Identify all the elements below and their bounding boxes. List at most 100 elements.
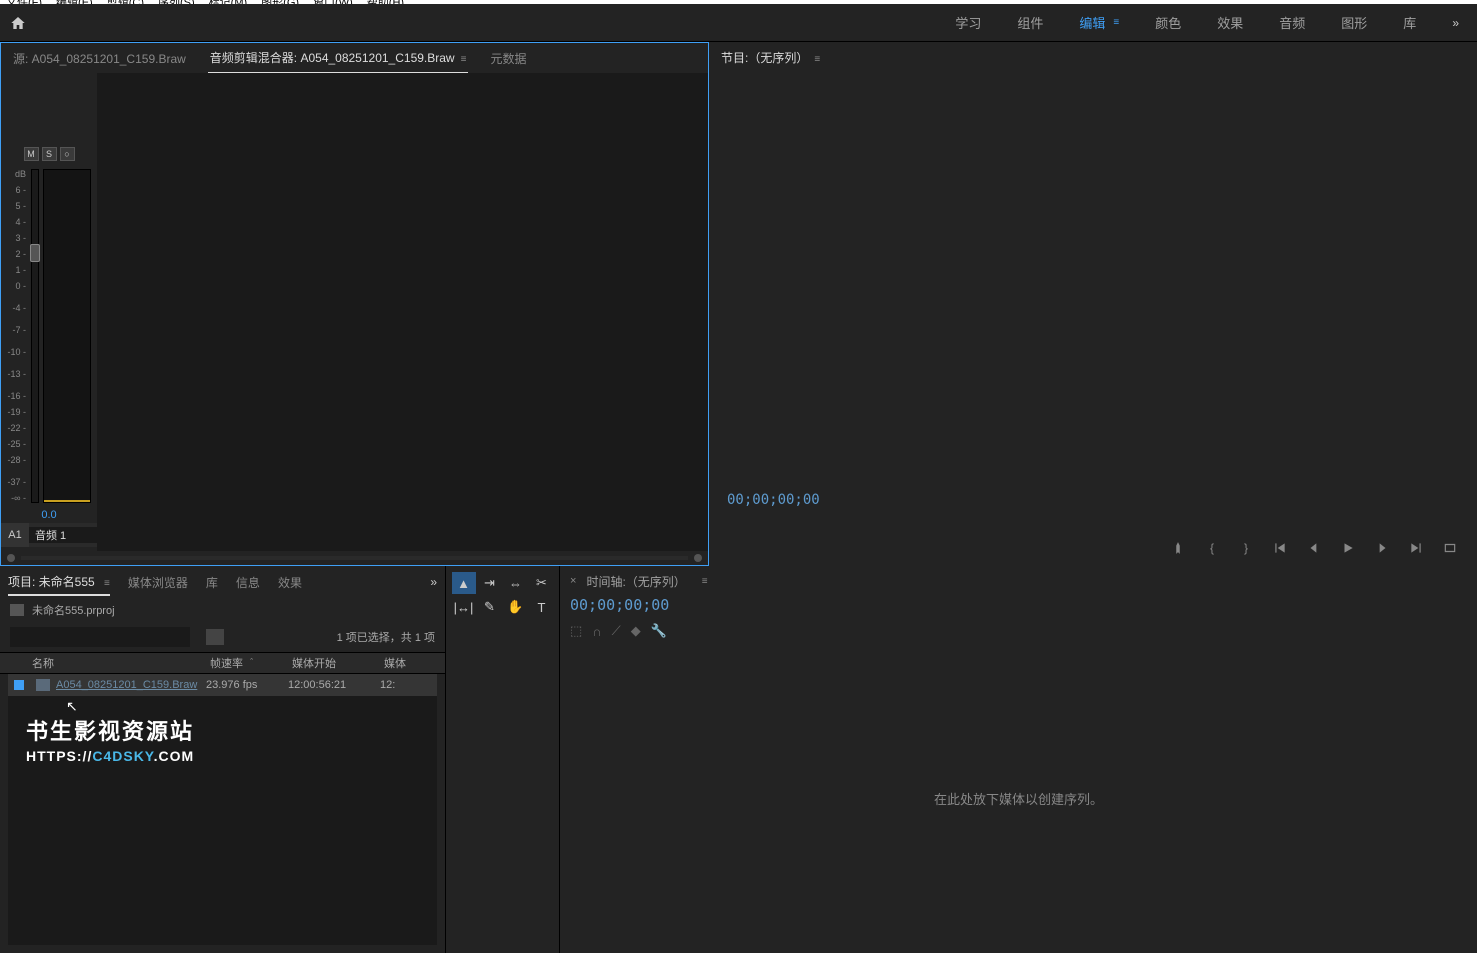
timeline-header: × 时间轴:（无序列） ≡ (560, 566, 1477, 596)
fader-handle[interactable] (30, 244, 40, 262)
timeline-panel: × 时间轴:（无序列） ≡ 00;00;00;00 ⬚ ∩ ⟋ ◆ 🔧 在此处放… (560, 566, 1477, 953)
home-icon (10, 15, 26, 31)
col-header-end[interactable]: 媒体 (384, 655, 445, 671)
mixer-scrollbar[interactable] (1, 551, 708, 565)
export-frame-button[interactable] (1441, 539, 1459, 557)
go-to-out-button[interactable] (1407, 539, 1425, 557)
ws-more-button[interactable]: » (1434, 16, 1477, 30)
db-scale: dB 6 - 5 - 4 - 3 - 2 - 1 - 0 - -4 - -7 - (5, 169, 91, 503)
track-select-tool[interactable]: ⇥ (478, 572, 502, 594)
menu-graphics[interactable]: 图形(G) (261, 0, 299, 4)
selection-tool[interactable]: ▲ (452, 572, 476, 594)
transport-controls: { } (709, 530, 1477, 566)
project-list-header: 名称 帧速率＾ 媒体开始 媒体 (0, 652, 445, 674)
col-header-start[interactable]: 媒体开始 (292, 655, 384, 671)
tools-panel: ▲ ⇥ ⇔ ✂ |↔| ✎ ✋ T (446, 566, 560, 953)
clip-fps: 23.976 fps (206, 679, 288, 691)
menu-sequence[interactable]: 序列(S) (158, 0, 195, 4)
ws-tab-graphics[interactable]: 图形 (1323, 4, 1385, 42)
project-tabs-more[interactable]: » (430, 575, 437, 589)
clip-name[interactable]: A054_08251201_C159.Braw (56, 679, 206, 691)
tl-insert-icon[interactable]: ⬚ (570, 623, 582, 639)
fader-track[interactable] (31, 169, 39, 503)
clip-icon (30, 679, 56, 691)
menu-clip[interactable]: 剪辑(C) (107, 0, 144, 4)
play-button[interactable] (1339, 539, 1357, 557)
tab-media-browser[interactable]: 媒体浏览器 (128, 570, 188, 595)
ws-tab-color[interactable]: 颜色 (1137, 4, 1199, 42)
scroll-track[interactable] (21, 556, 688, 560)
mark-out-button[interactable]: } (1237, 539, 1255, 557)
project-breadcrumb[interactable]: 未命名555.prproj (0, 598, 445, 622)
ws-tab-edit[interactable]: 编辑 (1061, 4, 1137, 42)
menu-marker[interactable]: 标记(M) (209, 0, 248, 4)
top-toolbar: 学习 组件 编辑 颜色 效果 音频 图形 库 » (0, 4, 1477, 42)
timeline-drop-area[interactable]: 在此处放下媒体以创建序列。 (560, 644, 1477, 953)
track-label-row: A1 音频 1 (1, 523, 97, 547)
tab-metadata[interactable]: 元数据 (488, 44, 528, 73)
solo-button[interactable]: S (42, 147, 57, 161)
menu-edit[interactable]: 编辑(E) (56, 0, 93, 4)
audio-mixer-body: M S ○ dB 6 - 5 - 4 - 3 - 2 - 1 - 0 - (1, 73, 708, 551)
ws-tab-effects[interactable]: 效果 (1199, 4, 1261, 42)
menu-help[interactable]: 帮助(H) (367, 0, 404, 4)
menu-window[interactable]: 窗口(W) (313, 0, 353, 4)
main-area: 源: A054_08251201_C159.Braw 音频剪辑混合器: A054… (0, 42, 1477, 566)
tl-marker-icon[interactable]: ◆ (631, 623, 641, 639)
pen-tool[interactable]: ✎ (478, 596, 502, 618)
tl-settings-icon[interactable]: 🔧 (651, 623, 667, 639)
program-timecode[interactable]: 00;00;00;00 (727, 492, 1459, 508)
record-button[interactable]: ○ (60, 147, 75, 161)
panel-menu-icon[interactable]: ≡ (702, 576, 708, 587)
tab-project[interactable]: 项目: 未命名555 ≡ (8, 569, 110, 596)
scroll-right-icon[interactable] (694, 554, 702, 562)
list-item[interactable]: A054_08251201_C159.Braw 23.976 fps 12:00… (8, 674, 437, 696)
ripple-edit-tool[interactable]: ⇔ (504, 572, 528, 594)
ws-tab-learn[interactable]: 学习 (937, 4, 999, 42)
add-marker-button[interactable] (1169, 539, 1187, 557)
hand-tool[interactable]: ✋ (504, 596, 528, 618)
tab-program[interactable]: 节目:（无序列）≡ (719, 43, 822, 72)
workspace-tabs: 学习 组件 编辑 颜色 效果 音频 图形 库 » (937, 4, 1477, 42)
tab-audio-clip-mixer[interactable]: 音频剪辑混合器: A054_08251201_C159.Braw≡ (208, 43, 469, 74)
tab-effects[interactable]: 效果 (278, 570, 302, 595)
bottom-area: 项目: 未命名555 ≡ 媒体浏览器 库 信息 效果 » 未命名555.prpr… (0, 566, 1477, 953)
razor-tool[interactable]: ✂ (530, 572, 554, 594)
type-tool[interactable]: T (530, 596, 554, 618)
track-id: A1 (1, 523, 29, 547)
track-name[interactable]: 音频 1 (29, 527, 97, 543)
ws-tab-assembly[interactable]: 组件 (999, 4, 1061, 42)
timeline-close-icon[interactable]: × (570, 575, 576, 587)
panel-menu-icon[interactable]: ≡ (814, 54, 820, 65)
ws-tab-audio[interactable]: 音频 (1261, 4, 1323, 42)
audio-meter (43, 169, 91, 503)
tab-source[interactable]: 源: A054_08251201_C159.Braw (11, 44, 188, 73)
col-header-name[interactable]: 名称 (0, 655, 210, 671)
row-checkbox[interactable] (8, 680, 30, 690)
go-to-in-button[interactable] (1271, 539, 1289, 557)
tab-info[interactable]: 信息 (236, 570, 260, 595)
col-header-fps[interactable]: 帧速率＾ (210, 655, 292, 671)
step-back-button[interactable] (1305, 539, 1323, 557)
timeline-title: 时间轴:（无序列） (586, 573, 685, 590)
mark-in-button[interactable]: { (1203, 539, 1221, 557)
slip-tool[interactable]: |↔| (452, 596, 476, 618)
home-button[interactable] (0, 4, 36, 42)
tl-linked-icon[interactable]: ⟋ (612, 623, 621, 639)
mute-button[interactable]: M (24, 147, 39, 161)
db-labels: dB 6 - 5 - 4 - 3 - 2 - 1 - 0 - -4 - -7 - (5, 169, 29, 503)
timeline-timecode[interactable]: 00;00;00;00 (560, 596, 1477, 618)
panel-menu-icon[interactable]: ≡ (461, 54, 467, 65)
step-forward-button[interactable] (1373, 539, 1391, 557)
tab-library[interactable]: 库 (206, 570, 218, 595)
tl-snap-icon[interactable]: ∩ (592, 624, 601, 639)
mixer-track-a1: M S ○ dB 6 - 5 - 4 - 3 - 2 - 1 - 0 - (1, 73, 97, 551)
ws-tab-library[interactable]: 库 (1385, 4, 1434, 42)
folder-icon (10, 604, 24, 616)
project-list-body[interactable]: A054_08251201_C159.Braw 23.976 fps 12:00… (8, 674, 437, 945)
new-bin-button[interactable] (206, 629, 224, 645)
program-panel-tabs: 节目:（无序列）≡ (709, 42, 1477, 72)
scroll-left-icon[interactable] (7, 554, 15, 562)
search-input[interactable] (10, 627, 190, 647)
db-value[interactable]: 0.0 (1, 507, 97, 523)
